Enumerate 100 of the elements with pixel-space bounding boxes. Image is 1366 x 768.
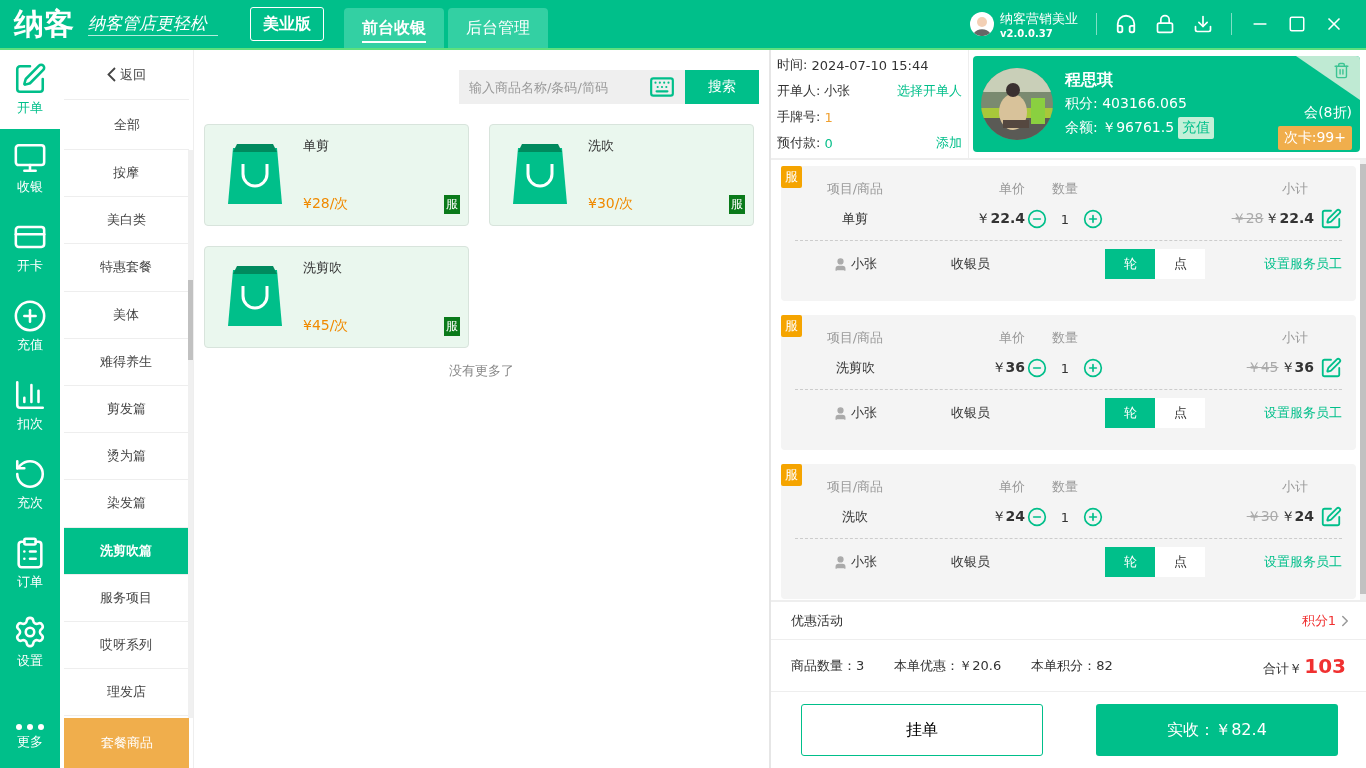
staff-role: 收银员: [949, 404, 991, 422]
shopping-bag-icon: [512, 144, 568, 206]
product-card[interactable]: 洗吹 ¥30/次 服: [489, 124, 754, 226]
member-balance: 余额: ￥96761.5: [1065, 118, 1175, 137]
promotion-label: 优惠活动: [791, 611, 843, 630]
staff-role: 收银员: [949, 553, 991, 571]
back-icon: [107, 67, 116, 82]
nav-label: 充次: [17, 494, 43, 512]
service-tag: 服: [781, 464, 802, 486]
discount-amount: 本单优惠：￥20.6: [894, 656, 1002, 675]
column-header: 项目/商品: [825, 180, 885, 198]
column-header: 数量: [1051, 180, 1079, 198]
person-icon: [833, 256, 848, 272]
info-value: 2024-07-10 15:44: [811, 57, 929, 73]
assign-staff-link[interactable]: 设置服务员工: [1225, 255, 1342, 273]
delete-icon[interactable]: [1333, 62, 1350, 79]
service-tag: 服: [444, 317, 460, 336]
person-icon: [833, 554, 848, 570]
more-icon: [16, 723, 44, 730]
mode-toggle[interactable]: 点: [1155, 249, 1205, 279]
column-header: 单价: [998, 329, 1025, 347]
product-price: ¥45/次: [303, 317, 349, 335]
info-link[interactable]: 添加: [936, 134, 962, 152]
edit-icon[interactable]: [1320, 208, 1342, 230]
avatar-icon[interactable]: [970, 12, 994, 36]
mode-toggle[interactable]: 轮: [1105, 547, 1155, 577]
total-amount: 103: [1304, 653, 1346, 678]
product-name: 单剪: [303, 137, 330, 155]
app-slogan: 纳客管店更轻松: [88, 12, 218, 36]
info-label: 时间:: [777, 56, 808, 74]
item-name: 单剪: [841, 210, 869, 228]
member-name: 程思琪: [1065, 69, 1114, 91]
column-header: 项目/商品: [825, 478, 885, 496]
product-name: 洗吹: [588, 137, 615, 155]
nav-item[interactable]: 开单: [0, 50, 60, 129]
decrease-icon[interactable]: [1026, 507, 1047, 527]
increase-icon[interactable]: [1083, 507, 1104, 527]
unit-price: ￥36: [990, 359, 1025, 377]
mode-toggle[interactable]: 点: [1155, 398, 1205, 428]
quantity-value: 1: [1060, 509, 1070, 525]
nav-label: 充值: [17, 336, 43, 354]
edit-icon[interactable]: [1320, 357, 1342, 379]
search-field[interactable]: 输入商品名称/条码/简码: [459, 70, 685, 104]
card-count[interactable]: 次卡:99+: [1277, 126, 1352, 150]
keyboard-icon[interactable]: [649, 74, 675, 100]
edition-button[interactable]: 美业版: [250, 7, 324, 41]
top-tab[interactable]: 后台管理: [448, 8, 548, 48]
nav-label: 更多: [17, 732, 43, 751]
info-link[interactable]: 选择开单人: [897, 82, 962, 100]
increase-icon[interactable]: [1083, 358, 1104, 378]
scrollbar-thumb[interactable]: [1360, 164, 1366, 594]
column-header: 数量: [1051, 478, 1079, 496]
total-label: 合计￥: [1263, 659, 1303, 678]
staff-name: 小张: [851, 553, 877, 571]
subtotal-value: ￥36: [1280, 359, 1314, 377]
assign-staff-link[interactable]: 设置服务员工: [1225, 553, 1342, 571]
order-points: 本单积分：82: [1031, 656, 1113, 675]
item-name: 洗吹: [841, 508, 869, 526]
quantity-value: 1: [1060, 360, 1070, 376]
headset-icon[interactable]: [1115, 13, 1137, 35]
pay-button[interactable]: 实收：￥82.4: [1096, 704, 1338, 756]
unit-price: ￥24: [990, 508, 1025, 526]
service-tag: 服: [781, 315, 802, 337]
mode-toggle[interactable]: 点: [1155, 547, 1205, 577]
decrease-icon[interactable]: [1026, 209, 1047, 229]
recharge-button[interactable]: 充值: [1178, 116, 1215, 139]
account-name: 纳客营销美业: [1000, 9, 1078, 28]
unit-price: ￥22.4: [975, 210, 1025, 228]
product-card[interactable]: 洗剪吹 ¥45/次 服: [204, 246, 469, 348]
person-icon: [833, 405, 848, 421]
mode-toggle[interactable]: 轮: [1105, 249, 1155, 279]
assign-staff-link[interactable]: 设置服务员工: [1225, 404, 1342, 422]
category-item[interactable]: 洗剪吹篇: [64, 527, 189, 575]
scrollbar-thumb[interactable]: [188, 280, 194, 360]
item-name: 洗剪吹: [834, 359, 876, 377]
lock-icon[interactable]: [1155, 14, 1175, 34]
staff-name: 小张: [851, 255, 877, 273]
maximize-icon[interactable]: [1288, 15, 1306, 33]
service-tag: 服: [729, 195, 745, 214]
promotion-value[interactable]: 积分1: [1301, 611, 1354, 630]
decrease-icon[interactable]: [1026, 358, 1047, 378]
column-header: 数量: [1051, 329, 1079, 347]
download-icon[interactable]: [1193, 14, 1213, 34]
mode-toggle[interactable]: 轮: [1105, 398, 1155, 428]
product-price: ¥30/次: [588, 195, 634, 213]
info-label: 开单人:: [777, 82, 821, 100]
top-tab[interactable]: 前台收银: [344, 8, 444, 48]
hold-order-button[interactable]: 挂单: [801, 704, 1043, 756]
increase-icon[interactable]: [1083, 209, 1104, 229]
settings-icon: [13, 615, 47, 649]
search-button[interactable]: 搜索: [685, 70, 759, 104]
edit-icon[interactable]: [1320, 506, 1342, 528]
app-logo: 纳客: [14, 4, 74, 43]
column-header: 小计: [1281, 329, 1309, 347]
nav-label: 设置: [17, 652, 43, 670]
product-card[interactable]: 单剪 ¥28/次 服: [204, 124, 469, 226]
nav-label: 收银: [17, 178, 43, 196]
subtotal-value: ￥22.4: [1265, 210, 1314, 228]
member-points: 积分: 403166.065: [1065, 94, 1188, 113]
package-button[interactable]: 套餐商品: [64, 718, 189, 768]
